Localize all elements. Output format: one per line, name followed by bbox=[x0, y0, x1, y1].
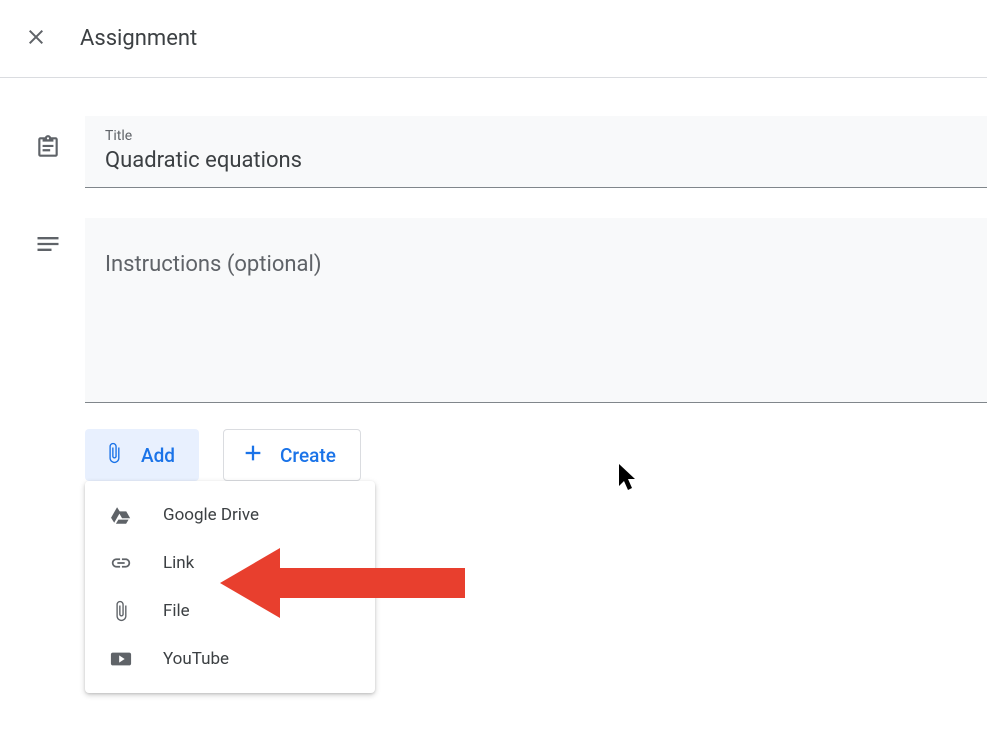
plus-icon bbox=[242, 442, 264, 469]
notes-icon bbox=[34, 230, 62, 262]
attach-icon bbox=[103, 442, 125, 469]
instructions-placeholder: Instructions (optional) bbox=[105, 252, 967, 277]
file-attach-icon bbox=[109, 600, 133, 622]
menu-item-label: Google Drive bbox=[163, 505, 259, 525]
menu-item-youtube[interactable]: YouTube bbox=[85, 635, 375, 683]
link-icon bbox=[109, 552, 133, 574]
instructions-row: Instructions (optional) Add Create bbox=[10, 188, 987, 481]
attach-button-row: Add Create Google Drive bbox=[85, 429, 987, 481]
menu-item-label: Link bbox=[163, 553, 194, 573]
add-button[interactable]: Add bbox=[85, 429, 199, 481]
title-row: Title Quadratic equations bbox=[10, 116, 987, 188]
instructions-field[interactable]: Instructions (optional) bbox=[85, 218, 987, 403]
menu-item-link[interactable]: Link bbox=[85, 539, 375, 587]
create-button-label: Create bbox=[280, 444, 336, 467]
google-drive-icon bbox=[109, 504, 133, 526]
menu-item-file[interactable]: File bbox=[85, 587, 375, 635]
close-button[interactable] bbox=[12, 15, 60, 63]
title-gutter bbox=[10, 116, 85, 164]
instructions-gutter bbox=[10, 188, 85, 262]
menu-item-label: YouTube bbox=[163, 649, 229, 669]
title-field[interactable]: Title Quadratic equations bbox=[85, 116, 987, 188]
close-icon bbox=[24, 25, 48, 53]
assignment-icon bbox=[35, 134, 61, 164]
create-button[interactable]: Create bbox=[223, 429, 361, 481]
content-area: Title Quadratic equations Instructions (… bbox=[0, 78, 987, 481]
title-input[interactable]: Quadratic equations bbox=[105, 148, 967, 173]
add-button-label: Add bbox=[141, 444, 175, 467]
youtube-icon bbox=[109, 648, 133, 670]
header-bar: Assignment bbox=[0, 0, 987, 78]
menu-item-google-drive[interactable]: Google Drive bbox=[85, 491, 375, 539]
page-title: Assignment bbox=[80, 26, 197, 51]
add-menu: Google Drive Link File bbox=[85, 481, 375, 693]
menu-item-label: File bbox=[163, 601, 190, 621]
title-label: Title bbox=[105, 128, 967, 144]
